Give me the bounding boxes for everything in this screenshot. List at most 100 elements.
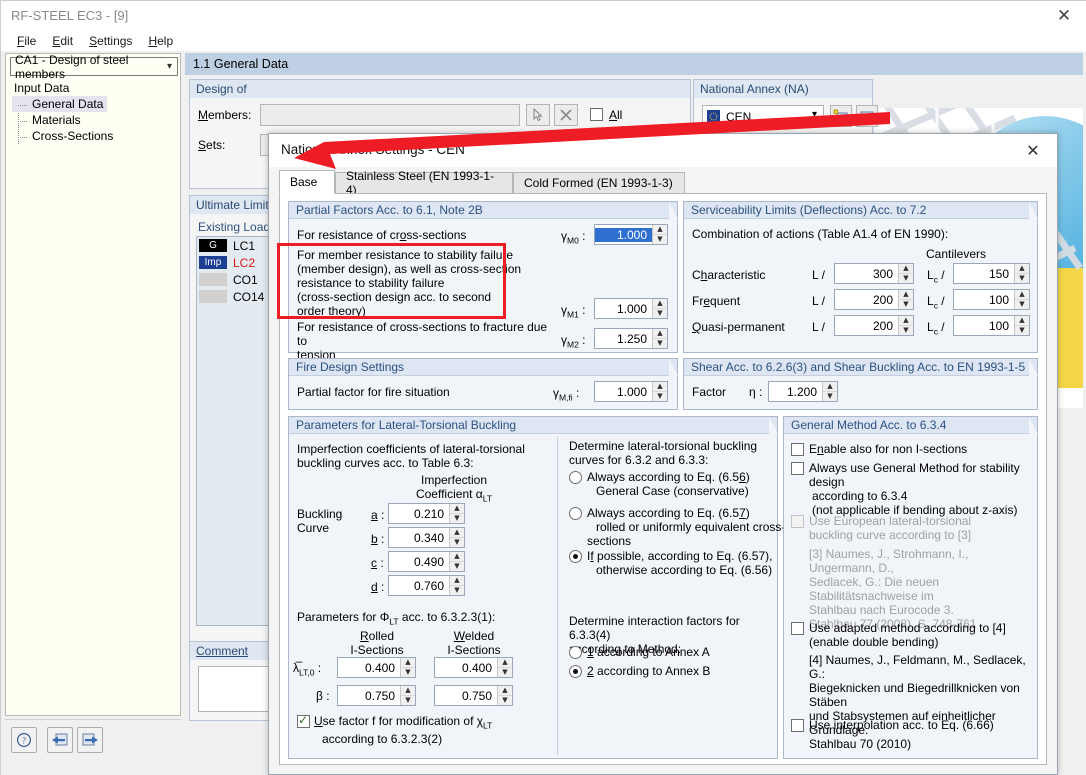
load-cases-list[interactable]: G LC1 Imp LC2 CO1 CO14	[196, 236, 272, 626]
lambda-lt0-welded-value[interactable]: 0.400	[435, 661, 497, 675]
edit-annex-icon[interactable]	[856, 105, 878, 127]
stepper-arrows[interactable]: ▲▼	[652, 299, 667, 318]
list-item[interactable]: G LC1	[197, 237, 271, 254]
close-icon[interactable]: ✕	[1011, 135, 1055, 165]
beta-welded-value[interactable]: 0.750	[435, 689, 497, 703]
stepper-arrows[interactable]: ▲▼	[898, 290, 913, 309]
characteristic-l-value[interactable]: 300	[835, 267, 898, 281]
lambda-lt0-rolled-value[interactable]: 0.400	[338, 661, 400, 675]
gamma-m0-value[interactable]: 1.000	[595, 228, 652, 242]
members-all-checkbox[interactable]	[590, 108, 603, 121]
frequent-label: Frequent	[692, 294, 740, 308]
tab-cold-formed[interactable]: Cold Formed (EN 1993-1-3)	[513, 172, 685, 194]
stepper-arrows[interactable]: ▲▼	[497, 686, 512, 705]
curve-option-657-radio[interactable]	[569, 507, 582, 520]
quasi-lc-value[interactable]: 100	[954, 319, 1014, 333]
curve-b-stepper[interactable]: 0.340 ▲▼	[388, 527, 465, 548]
gamma-m2-stepper[interactable]: 1.250 ▲▼	[594, 328, 668, 349]
new-annex-icon[interactable]	[830, 105, 852, 127]
tree-root-input-data[interactable]: Input Data	[12, 80, 180, 96]
gamma-mfi-stepper[interactable]: 1.000 ▲▼	[594, 381, 668, 402]
sidebar-item-general-data[interactable]: General Data	[12, 96, 107, 112]
use-interpolation-checkbox[interactable]	[791, 719, 804, 732]
gamma-m2-value[interactable]: 1.250	[595, 332, 652, 346]
members-all-label: All	[609, 108, 622, 122]
sidebar-item-materials[interactable]: Materials	[12, 112, 180, 128]
stepper-arrows[interactable]: ▲▼	[898, 316, 913, 335]
stepper-arrows[interactable]: ▲▼	[1014, 316, 1029, 335]
beta-rolled-stepper[interactable]: 0.750 ▲▼	[337, 685, 416, 706]
national-annex-combo[interactable]: CEN ▾	[702, 105, 824, 127]
curve-c-value[interactable]: 0.490	[389, 555, 449, 569]
characteristic-lc-value[interactable]: 150	[954, 267, 1014, 281]
method-annex-b-radio[interactable]	[569, 665, 582, 678]
tab-stainless-steel[interactable]: Stainless Steel (EN 1993-1-4)	[335, 172, 513, 194]
next-icon[interactable]	[77, 727, 103, 753]
frequent-l-value[interactable]: 200	[835, 293, 898, 307]
stepper-arrows[interactable]: ▲▼	[449, 504, 464, 523]
characteristic-l-stepper[interactable]: 300 ▲▼	[834, 263, 914, 284]
quasi-l-stepper[interactable]: 200 ▲▼	[834, 315, 914, 336]
curve-option-ifpossible-radio[interactable]	[569, 550, 582, 563]
curve-c-stepper[interactable]: 0.490 ▲▼	[388, 551, 465, 572]
menu-item-settings[interactable]: Settings	[81, 32, 140, 50]
gamma-m0-stepper[interactable]: 1.000 ▲▼	[594, 224, 668, 245]
close-icon[interactable]: ✕	[1041, 1, 1086, 31]
stepper-arrows[interactable]: ▲▼	[652, 225, 667, 244]
enable-non-i-sections-checkbox[interactable]	[791, 443, 804, 456]
stepper-arrows[interactable]: ▲▼	[449, 528, 464, 547]
stepper-arrows[interactable]: ▲▼	[652, 329, 667, 348]
menu-item-help[interactable]: Help	[140, 32, 181, 50]
stepper-arrows[interactable]: ▲▼	[898, 264, 913, 283]
gamma-m1-stepper[interactable]: 1.000 ▲▼	[594, 298, 668, 319]
lambda-lt0-welded-stepper[interactable]: 0.400 ▲▼	[434, 657, 513, 678]
curve-d-stepper[interactable]: 0.760 ▲▼	[388, 575, 465, 596]
list-item[interactable]: CO1	[197, 271, 271, 288]
curve-a-value[interactable]: 0.210	[389, 507, 449, 521]
menu-item-file[interactable]: File	[9, 32, 44, 50]
gamma-m1-value[interactable]: 1.000	[595, 302, 652, 316]
frequent-lc-stepper[interactable]: 100 ▲▼	[953, 289, 1030, 310]
design-case-combo[interactable]: CA1 - Design of steel members ▾	[10, 57, 178, 76]
use-factor-f-checkbox[interactable]	[297, 715, 310, 728]
curve-d-value[interactable]: 0.760	[389, 579, 449, 593]
shear-eta-stepper[interactable]: 1.200 ▲▼	[768, 381, 838, 402]
previous-icon[interactable]	[47, 727, 73, 753]
characteristic-lc-stepper[interactable]: 150 ▲▼	[953, 263, 1030, 284]
method-annex-a-radio[interactable]	[569, 646, 582, 659]
list-item[interactable]: Imp LC2	[197, 254, 271, 271]
curve-option-656-radio[interactable]	[569, 471, 582, 484]
tab-base[interactable]: Base	[279, 170, 335, 194]
stepper-arrows[interactable]: ▲▼	[449, 552, 464, 571]
quasi-lc-stepper[interactable]: 100 ▲▼	[953, 315, 1030, 336]
use-adapted-method-checkbox[interactable]	[791, 622, 804, 635]
list-item[interactable]: CO14	[197, 288, 271, 305]
curve-b-value[interactable]: 0.340	[389, 531, 449, 545]
frequent-lc-value[interactable]: 100	[954, 293, 1014, 307]
stepper-arrows[interactable]: ▲▼	[400, 686, 415, 705]
stepper-arrows[interactable]: ▲▼	[400, 658, 415, 677]
delete-icon[interactable]	[554, 104, 578, 126]
shear-eta-value[interactable]: 1.200	[769, 385, 822, 399]
pick-icon[interactable]	[526, 104, 550, 126]
beta-welded-stepper[interactable]: 0.750 ▲▼	[434, 685, 513, 706]
always-general-method-checkbox[interactable]	[791, 462, 804, 475]
stepper-arrows[interactable]: ▲▼	[1014, 264, 1029, 283]
fire-design-title: Fire Design Settings	[289, 359, 677, 376]
gamma-mfi-value[interactable]: 1.000	[595, 385, 652, 399]
stepper-arrows[interactable]: ▲▼	[449, 576, 464, 595]
sidebar-item-cross-sections[interactable]: Cross-Sections	[12, 128, 180, 144]
curve-a-stepper[interactable]: 0.210 ▲▼	[388, 503, 465, 524]
frequent-l-stepper[interactable]: 200 ▲▼	[834, 289, 914, 310]
stepper-arrows[interactable]: ▲▼	[1014, 290, 1029, 309]
shear-group: Shear Acc. to 6.2.6(3) and Shear Bucklin…	[683, 358, 1038, 410]
stepper-arrows[interactable]: ▲▼	[822, 382, 837, 401]
quasi-l-value[interactable]: 200	[835, 319, 898, 333]
beta-rolled-value[interactable]: 0.750	[338, 689, 400, 703]
help-icon[interactable]: ?	[11, 727, 37, 753]
stepper-arrows[interactable]: ▲▼	[497, 658, 512, 677]
stepper-arrows[interactable]: ▲▼	[652, 382, 667, 401]
menu-item-edit[interactable]: Edit	[44, 32, 81, 50]
members-input[interactable]	[260, 104, 520, 126]
lambda-lt0-rolled-stepper[interactable]: 0.400 ▲▼	[337, 657, 416, 678]
